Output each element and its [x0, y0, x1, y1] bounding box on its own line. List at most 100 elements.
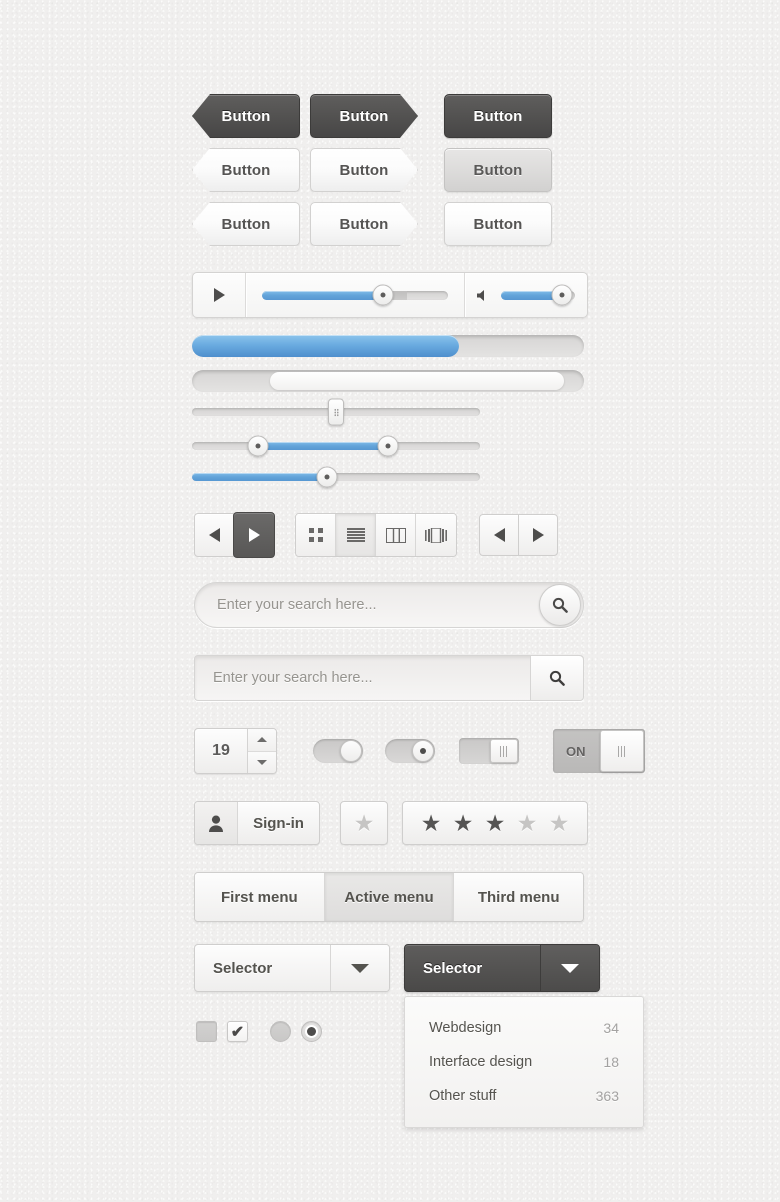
stepper-down-button[interactable] [248, 750, 276, 773]
coverflow-view-icon [425, 527, 447, 543]
volume-knob[interactable] [551, 284, 573, 306]
dropdown-item-other-stuff[interactable]: Other stuff 363 [405, 1079, 643, 1113]
arrow-left-icon [208, 528, 220, 542]
star-rating[interactable]: ★ ★ ★ ★ ★ [402, 801, 588, 845]
slider-knob[interactable] [316, 466, 338, 488]
dropdown-panel: Webdesign 34 Interface design 18 Other s… [404, 996, 644, 1128]
button-light2-rect[interactable]: Button [444, 202, 552, 246]
search-placeholder: Enter your search here... [213, 670, 373, 686]
dropdown-item-count: 363 [595, 1088, 619, 1104]
toolbar-play-button[interactable] [233, 512, 275, 558]
stepper-value: 19 [212, 742, 230, 759]
view-coverflow-button[interactable] [416, 514, 456, 556]
toggle-pill-plain[interactable] [313, 739, 363, 763]
button-label: Button [473, 215, 523, 233]
progress-knob[interactable] [372, 284, 394, 306]
dropdown-item-interface-design[interactable]: Interface design 18 [405, 1045, 643, 1079]
button-dark-rect[interactable]: Button [444, 94, 552, 138]
star-icon-4[interactable]: ★ [517, 811, 538, 835]
toggle-rect-on[interactable]: ON [553, 729, 645, 773]
white-scrollbar[interactable] [192, 370, 584, 392]
media-play-button[interactable] [193, 288, 245, 302]
dropdown-item-webdesign[interactable]: Webdesign 34 [405, 1011, 643, 1045]
search-icon [549, 670, 565, 686]
grid-view-icon [308, 528, 323, 542]
check-icon: ✔ [230, 1023, 245, 1041]
media-progress-slider[interactable] [246, 284, 464, 306]
single-slider[interactable] [192, 466, 480, 488]
selector-label: Selector [213, 959, 273, 977]
radio-selected[interactable] [301, 1021, 322, 1042]
selector-arrow-button[interactable] [330, 945, 389, 991]
tab-first-menu[interactable]: First menu [195, 873, 324, 921]
search-button-square[interactable] [530, 656, 583, 700]
selector-arrow-button[interactable] [540, 945, 599, 991]
radio-unselected[interactable] [270, 1021, 291, 1042]
tab-third-menu[interactable]: Third menu [453, 873, 583, 921]
range-knob-high[interactable] [377, 435, 399, 457]
volume-control[interactable] [465, 284, 587, 306]
range-slider[interactable] [192, 435, 480, 457]
progress-fill [262, 290, 383, 300]
button-dark-tag-right[interactable]: Button [310, 94, 418, 138]
star-icon-3[interactable]: ★ [485, 811, 506, 835]
arrow-right-icon [532, 528, 544, 542]
star-button-single[interactable]: ★ [340, 801, 388, 845]
number-stepper[interactable]: 19 [194, 728, 277, 774]
toggle-knob [340, 740, 362, 762]
view-list-button[interactable] [336, 514, 376, 556]
button-label: Button [221, 107, 271, 125]
tab-label: First menu [220, 888, 298, 906]
user-icon [195, 802, 238, 844]
nav-prev-button[interactable] [479, 514, 519, 556]
button-mid-rect[interactable]: Button [444, 148, 552, 192]
button-light-tag-left[interactable]: Button [192, 148, 300, 192]
arrow-left-icon [493, 528, 505, 542]
stepper-arrows [247, 729, 276, 773]
signin-rating-row: Sign-in ★ ★ ★ ★ ★ ★ [194, 801, 588, 845]
toggle-pill-dot[interactable] [385, 739, 435, 763]
star-icon-2[interactable]: ★ [453, 811, 474, 835]
toolbar-prev-button[interactable] [194, 513, 234, 557]
signin-button[interactable]: Sign-in [194, 801, 320, 845]
tab-active-menu[interactable]: Active menu [323, 873, 454, 921]
range-fill [258, 442, 388, 450]
toolbar-row [194, 512, 558, 558]
stepper-toggle-row: 19 ON [194, 728, 645, 774]
button-light2-tag-right[interactable]: Button [310, 202, 418, 246]
button-label: Button [339, 107, 389, 125]
scrollbar-thumb[interactable] [270, 372, 565, 390]
grip-dots-icon [333, 408, 339, 416]
search-square[interactable]: Enter your search here... [194, 655, 584, 701]
dropdown-item-label: Other stuff [429, 1088, 497, 1104]
button-dark-tag-left[interactable]: Button [192, 94, 300, 138]
search-rounded[interactable]: Enter your search here... [194, 582, 584, 628]
button-light2-tag-left[interactable]: Button [192, 202, 300, 246]
view-column-button[interactable] [376, 514, 416, 556]
selector-dark[interactable]: Selector [404, 944, 600, 992]
grip-slider-knob[interactable] [328, 398, 344, 426]
toggle-on-label: ON [566, 743, 586, 759]
checkbox-unchecked[interactable] [196, 1021, 217, 1042]
grip-slider[interactable] [192, 398, 480, 426]
button-row-light-2: Button Button Button [192, 202, 552, 246]
toggle-rect[interactable] [459, 738, 519, 764]
button-label: Button [221, 161, 271, 179]
star-icon-1[interactable]: ★ [421, 811, 442, 835]
selection-controls-row: ✔ [196, 1021, 322, 1042]
star-icon-5[interactable]: ★ [549, 811, 570, 835]
checkbox-checked[interactable]: ✔ [227, 1021, 248, 1042]
search-button-round[interactable] [539, 584, 581, 626]
stepper-up-button[interactable] [248, 729, 276, 751]
selector-light[interactable]: Selector [194, 944, 390, 992]
blue-progress-bar[interactable] [192, 335, 584, 357]
nav-next-button[interactable] [518, 514, 558, 556]
menu-tabs: First menu Active menu Third menu [194, 872, 584, 922]
range-knob-low[interactable] [247, 435, 269, 457]
button-row-dark: Button Button Button [192, 94, 552, 138]
button-row-light: Button Button Button [192, 148, 552, 192]
grip-lines-icon [499, 745, 509, 757]
view-grid-button[interactable] [296, 514, 336, 556]
button-light-tag-right[interactable]: Button [310, 148, 418, 192]
dropdown-item-label: Webdesign [429, 1020, 502, 1036]
